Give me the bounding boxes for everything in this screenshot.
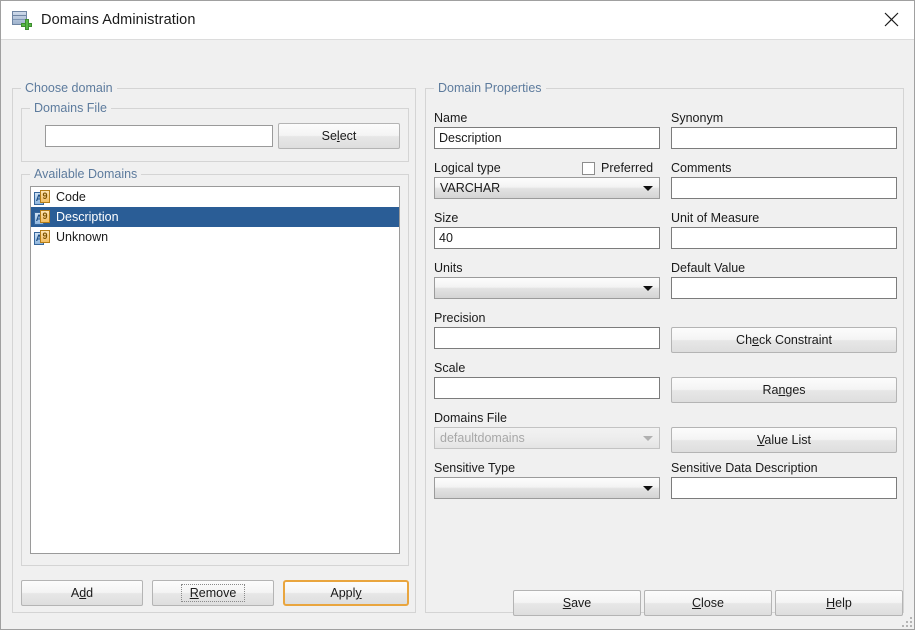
check-constraint-button[interactable]: Check Constraint [671,327,897,353]
synonym-label: Synonym [671,111,724,125]
chevron-down-icon [637,435,659,441]
default-value-input[interactable] [671,277,897,299]
unit-of-measure-label: Unit of Measure [671,211,760,225]
help-button[interactable]: Help [775,590,903,616]
list-item[interactable]: A9 Code [31,187,399,207]
available-domains-legend: Available Domains [30,167,142,181]
select-button[interactable]: Select [278,123,400,149]
close-icon[interactable] [868,1,914,38]
domains-file-value: defaultdomains [440,431,525,445]
close-button-label: Close [692,596,724,610]
scale-label: Scale [434,361,466,375]
sensitive-type-select[interactable] [434,477,660,499]
domain-properties-group: Domain Properties Name Description Logic… [425,81,904,613]
sensitive-type-label: Sensitive Type [434,461,516,475]
add-button[interactable]: Add [21,580,143,606]
remove-button[interactable]: Remove [152,580,274,606]
scale-input[interactable] [434,377,660,399]
preferred-checkbox-label: Preferred [601,161,654,175]
chevron-down-icon [637,285,659,291]
save-button-label: Save [562,596,592,610]
domains-administration-window: Domains Administration Choose domain Dom… [0,0,915,630]
logical-type-select[interactable]: VARCHAR [434,177,660,199]
choose-domain-legend: Choose domain [21,81,117,95]
close-button[interactable]: Close [644,590,772,616]
apply-button-label: Apply [330,586,362,600]
apply-button[interactable]: Apply [283,580,409,606]
unit-of-measure-input[interactable] [671,227,897,249]
precision-input[interactable] [434,327,660,349]
domains-table-add-icon [12,10,32,30]
name-label: Name [434,111,468,125]
ranges-button[interactable]: Ranges [671,377,897,403]
list-item-label: Unknown [56,230,109,244]
preferred-checkbox-box [582,161,595,175]
choose-domain-group: Choose domain Domains File Select Availa… [12,81,416,613]
list-item[interactable]: A9 Unknown [31,227,399,247]
default-value-label: Default Value [671,261,746,275]
alphanumeric-domain-icon: A9 [34,229,50,245]
remove-button-label: Remove [180,584,246,602]
domains-file-select: defaultdomains [434,427,660,449]
logical-type-value: VARCHAR [440,181,501,195]
size-label: Size [434,211,459,225]
units-label: Units [434,261,463,275]
resize-grip[interactable] [899,614,912,627]
available-domains-list[interactable]: A9 Code A9 Description A9 Unknown [30,186,400,554]
save-button[interactable]: Save [513,590,641,616]
available-domains-group: Available Domains A9 Code A9 Description [21,167,409,566]
logical-type-label: Logical type [434,161,501,175]
domain-properties-legend: Domain Properties [434,81,546,95]
domains-file-legend: Domains File [30,101,111,115]
help-button-label: Help [826,596,852,610]
chevron-down-icon [637,185,659,191]
window-content: Choose domain Domains File Select Availa… [1,40,914,629]
check-constraint-button-label: Check Constraint [736,333,832,347]
size-input[interactable]: 40 [434,227,660,249]
name-input[interactable]: Description [434,127,660,149]
add-button-label: Add [70,586,94,600]
alphanumeric-domain-icon: A9 [34,209,50,225]
comments-label: Comments [671,161,732,175]
units-select[interactable] [434,277,660,299]
chevron-down-icon [637,485,659,491]
list-item-label: Description [56,210,119,224]
preferred-checkbox[interactable]: Preferred [582,161,653,175]
domains-file-label: Domains File [434,411,507,425]
domains-file-path-input[interactable] [45,125,273,147]
sensitive-data-description-label: Sensitive Data Description [671,461,818,475]
alphanumeric-domain-icon: A9 [34,189,50,205]
value-list-button-label: Value List [757,433,811,447]
precision-label: Precision [434,311,486,325]
domains-file-group: Domains File Select [21,101,409,162]
synonym-input[interactable] [671,127,897,149]
list-item[interactable]: A9 Description [31,207,399,227]
ranges-button-label: Ranges [762,383,806,397]
value-list-button[interactable]: Value List [671,427,897,453]
sensitive-data-description-input[interactable] [671,477,897,499]
list-item-label: Code [56,190,86,204]
select-button-label: Select [321,129,357,143]
title-bar: Domains Administration [1,1,914,40]
window-title: Domains Administration [41,12,196,28]
comments-input[interactable] [671,177,897,199]
